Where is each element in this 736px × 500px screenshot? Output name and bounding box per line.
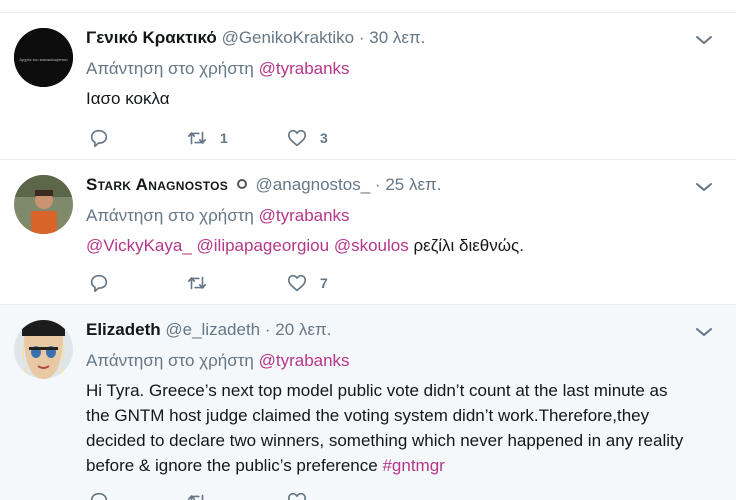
chevron-down-icon[interactable] [694,180,714,194]
chevron-down-icon[interactable] [694,33,714,47]
reply-button[interactable] [88,271,110,295]
like-button[interactable] [286,489,320,500]
heart-icon [287,492,307,500]
tweet-text-line-body: before & ignore the public’s preference [86,456,378,475]
mention-link[interactable]: @VickyKaya_ [86,236,192,255]
separator-dot: · [374,175,381,194]
like-count: 3 [320,130,328,146]
separator-dot: · [358,28,365,47]
tweet-timestamp[interactable]: 25 λεπ. [385,175,441,194]
tweet-text: @VickyKaya_ @ilipapageorgiou @skoulos ρε… [86,233,712,258]
retweet-count: 1 [220,130,228,146]
mention-link[interactable]: @ilipapageorgiou [197,236,330,255]
avatar-text: Αρχεία του κατακαλυψπτού [19,57,67,62]
reply-to-mention[interactable]: @tyrabanks [259,206,350,225]
tweet-item[interactable]: Αρχεία του κατακαλυψπτού Γενικό Κρακτικό… [0,13,736,160]
user-handle[interactable]: @e_lizadeth [165,320,260,339]
reply-button[interactable] [88,489,110,500]
user-fullname[interactable]: Stark Anagnostos [86,175,228,194]
reply-prefix: Απάντηση στο χρήστη [86,351,254,370]
avatar[interactable] [14,320,73,379]
reply-button[interactable] [88,126,110,150]
avatar[interactable]: Αρχεία του κατακαλυψπτού [14,28,73,87]
tweet-text-line: decided to declare two winners, somethin… [86,431,684,450]
user-handle[interactable]: @GenikoKraktiko [222,28,355,47]
timeline-top-divider [0,0,736,13]
reply-icon [90,274,108,293]
tweet-header: Γενικό Κρακτικό @GenikoKraktiko · 30 λεπ… [86,27,712,51]
chevron-down-icon[interactable] [694,325,714,339]
mention-link[interactable]: @skoulos [334,236,409,255]
tweet-text-body: ρεζίλι διεθνώς. [413,236,524,255]
tweet-item[interactable]: Elizadeth @e_lizadeth · 20 λεπ. Απάντηση… [0,305,736,500]
user-fullname[interactable]: Elizadeth [86,320,161,339]
retweet-button[interactable]: 1 [186,126,228,150]
reply-to-mention[interactable]: @tyrabanks [259,59,350,78]
like-button[interactable]: 7 [286,271,328,295]
avatar[interactable] [14,175,73,234]
reply-context: Απάντηση στο χρήστη @tyrabanks [86,205,712,227]
like-button[interactable]: 3 [286,126,328,150]
reply-context: Απάντηση στο χρήστη @tyrabanks [86,58,712,80]
like-count: 7 [320,275,328,291]
retweet-icon [187,494,204,500]
tweet-text-line: before & ignore the public’s preference … [86,453,712,478]
heart-icon [287,129,307,147]
reply-to-mention[interactable]: @tyrabanks [259,351,350,370]
retweet-icon [187,276,207,290]
retweet-icon [187,131,207,145]
tweet-text-line: Hi Tyra. Greece’s next top model public … [86,381,668,400]
tweet-header: Elizadeth @e_lizadeth · 20 λεπ. [86,319,712,343]
user-handle[interactable]: @anagnostos_ [256,175,371,194]
hashtag-link[interactable]: #gntmgr [382,456,444,475]
reply-prefix: Απάντηση στο χρήστη [86,206,254,225]
tweet-timestamp[interactable]: 30 λεπ. [369,28,425,47]
tweet-text-line: the GNTM host judge claimed the voting s… [86,406,650,425]
separator-dot: · [264,320,271,339]
tweet-item[interactable]: Stark Anagnostos @anagnostos_ · 25 λεπ. … [0,160,736,305]
reply-icon [90,129,108,148]
tweet-text: Hi Tyra. Greece’s next top model public … [86,378,712,478]
reply-icon [90,492,108,500]
tweet-header: Stark Anagnostos @anagnostos_ · 25 λεπ. [86,174,712,198]
reply-context: Απάντηση στο χρήστη @tyrabanks [86,350,712,372]
retweet-button[interactable] [186,489,220,500]
retweet-button[interactable] [186,271,220,295]
verified-icon [236,179,247,189]
tweet-timestamp[interactable]: 20 λεπ. [275,320,331,339]
tweet-text: Ιασο κοκλα [86,89,170,108]
heart-icon [287,274,307,292]
reply-prefix: Απάντηση στο χρήστη [86,59,254,78]
user-fullname[interactable]: Γενικό Κρακτικό [86,28,217,47]
